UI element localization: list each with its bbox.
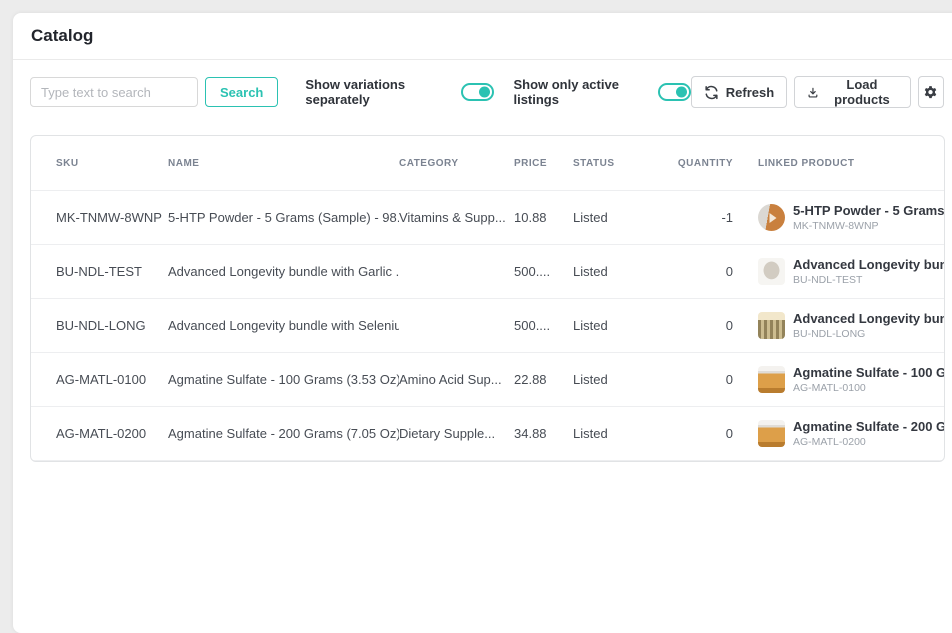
column-header-status: STATUS [573,158,657,169]
search-input[interactable] [30,77,198,107]
gear-icon [923,85,938,100]
column-header-price: PRICE [514,158,573,169]
cell-linked-product[interactable]: Advanced Longevity bundle with G BU-NDL-… [743,257,944,286]
cell-name: Advanced Longevity bundle with Seleniu..… [168,318,399,333]
table-row[interactable]: BU-NDL-TEST Advanced Longevity bundle wi… [31,245,944,299]
cell-sku: BU-NDL-LONG [31,318,168,333]
cell-quantity: 0 [657,318,743,333]
linked-product-sku: MK-TNMW-8WNP [793,220,944,233]
toggle-knob [676,87,687,98]
cell-sku: AG-MATL-0100 [31,372,168,387]
linked-product-sku: AG-MATL-0200 [793,436,944,449]
table-row[interactable]: BU-NDL-LONG Advanced Longevity bundle wi… [31,299,944,353]
active-listings-toggle-label: Show only active listings [513,77,648,107]
variations-toggle-label: Show variations separately [305,77,452,107]
cell-price: 10.88 [514,210,573,225]
active-listings-toggle[interactable] [658,83,691,101]
cell-linked-product[interactable]: Advanced Longevity bundle with S BU-NDL-… [743,311,944,340]
cell-sku: AG-MATL-0200 [31,426,168,441]
cell-status: Listed [573,372,657,387]
cell-quantity: 0 [657,426,743,441]
load-products-button-label: Load products [826,77,898,107]
settings-button[interactable] [918,76,944,108]
table-row[interactable]: AG-MATL-0100 Agmatine Sulfate - 100 Gram… [31,353,944,407]
variations-toggle[interactable] [461,83,494,101]
cell-quantity: 0 [657,372,743,387]
cell-quantity: 0 [657,264,743,279]
table-header-row: SKU NAME CATEGORY PRICE STATUS QUANTITY … [31,136,944,191]
cell-linked-product[interactable]: Agmatine Sulfate - 200 Grams (7.0 AG-MAT… [743,419,944,448]
product-thumbnail-icon [758,204,785,231]
column-header-name: NAME [168,158,399,169]
cell-name: Agmatine Sulfate - 100 Grams (3.53 Oz)..… [168,372,399,387]
column-header-quantity: QUANTITY [657,158,743,169]
product-thumbnail-icon [758,366,785,393]
cell-status: Listed [573,264,657,279]
cell-linked-product[interactable]: Agmatine Sulfate - 100 Grams (3.5 AG-MAT… [743,365,944,394]
toolbar-right-group: Refresh Load products [691,76,944,108]
cell-status: Listed [573,318,657,333]
linked-product-text: Agmatine Sulfate - 100 Grams (3.5 AG-MAT… [793,365,944,394]
toolbar: Search Show variations separately Show o… [13,60,952,108]
search-button[interactable]: Search [205,77,278,107]
linked-product-title: Advanced Longevity bundle with S [793,311,944,327]
refresh-icon [704,85,719,100]
cell-status: Listed [573,210,657,225]
catalog-table: SKU NAME CATEGORY PRICE STATUS QUANTITY … [30,135,945,462]
catalog-card: Catalog Search Show variations separatel… [13,13,952,633]
refresh-button[interactable]: Refresh [691,76,787,108]
toggle-knob [479,87,490,98]
linked-product-sku: BU-NDL-TEST [793,274,944,287]
cell-status: Listed [573,426,657,441]
linked-product-title: Agmatine Sulfate - 100 Grams (3.5 [793,365,944,381]
linked-product-text: Advanced Longevity bundle with G BU-NDL-… [793,257,944,286]
cell-quantity: -1 [657,210,743,225]
variations-toggle-group: Show variations separately [305,77,494,107]
product-thumbnail-icon [758,420,785,447]
load-products-button[interactable]: Load products [794,76,911,108]
linked-product-text: 5-HTP Powder - 5 Grams (Sample) MK-TNMW-… [793,203,944,232]
linked-product-text: Agmatine Sulfate - 200 Grams (7.0 AG-MAT… [793,419,944,448]
linked-product-text: Advanced Longevity bundle with S BU-NDL-… [793,311,944,340]
cell-category: Dietary Supple... [399,426,514,441]
cell-price: 34.88 [514,426,573,441]
download-icon [807,85,819,100]
linked-product-sku: BU-NDL-LONG [793,328,944,341]
column-header-linked-product: LINKED PRODUCT [743,158,944,169]
cell-price: 500.... [514,318,573,333]
product-thumbnail-icon [758,258,785,285]
table-row[interactable]: MK-TNMW-8WNP 5-HTP Powder - 5 Grams (Sam… [31,191,944,245]
cell-name: Agmatine Sulfate - 200 Grams (7.05 Oz)..… [168,426,399,441]
linked-product-title: Advanced Longevity bundle with G [793,257,944,273]
product-thumbnail-icon [758,312,785,339]
cell-category: Amino Acid Sup... [399,372,514,387]
cell-sku: MK-TNMW-8WNP [31,210,168,225]
cell-price: 500.... [514,264,573,279]
cell-price: 22.88 [514,372,573,387]
cell-category: Vitamins & Supp... [399,210,514,225]
active-listings-toggle-group: Show only active listings [513,77,690,107]
linked-product-title: Agmatine Sulfate - 200 Grams (7.0 [793,419,944,435]
column-header-category: CATEGORY [399,158,514,169]
page-title: Catalog [31,26,93,46]
card-header: Catalog [13,13,952,60]
cell-linked-product[interactable]: 5-HTP Powder - 5 Grams (Sample) MK-TNMW-… [743,203,944,232]
refresh-button-label: Refresh [726,85,774,100]
cell-sku: BU-NDL-TEST [31,264,168,279]
table-row[interactable]: AG-MATL-0200 Agmatine Sulfate - 200 Gram… [31,407,944,461]
cell-name: 5-HTP Powder - 5 Grams (Sample) - 98... [168,210,399,225]
linked-product-title: 5-HTP Powder - 5 Grams (Sample) [793,203,944,219]
column-header-sku: SKU [31,158,168,169]
cell-name: Advanced Longevity bundle with Garlic ..… [168,264,399,279]
linked-product-sku: AG-MATL-0100 [793,382,944,395]
